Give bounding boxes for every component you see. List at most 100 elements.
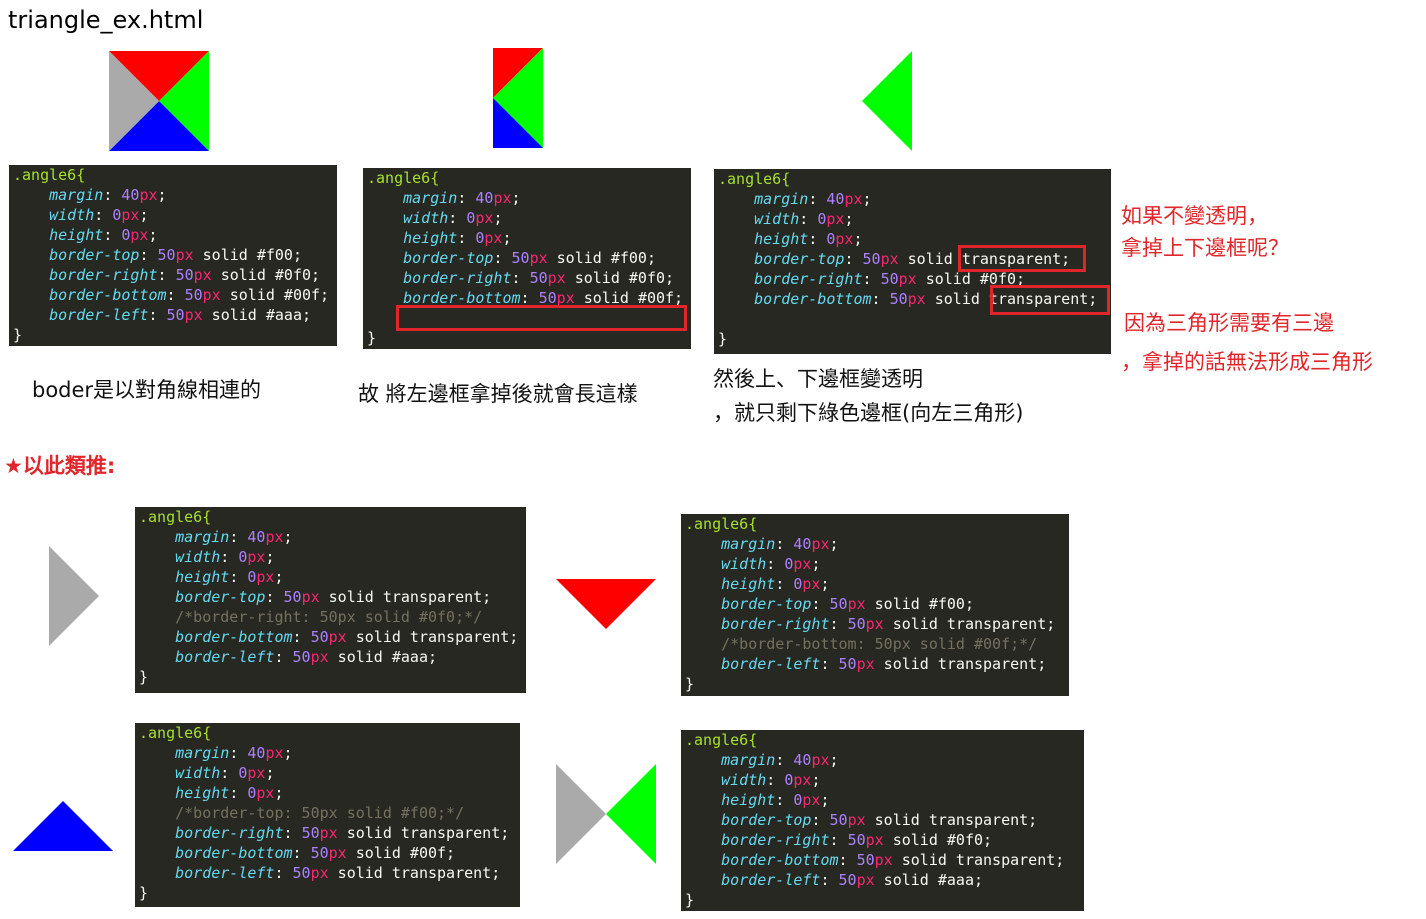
code-value: solid #0f0; <box>565 269 675 287</box>
right-border-triangle <box>606 764 656 864</box>
code-colon: : <box>829 615 848 633</box>
code-colon: : <box>862 270 881 288</box>
code-block-four-borders: .angle6{ margin: 40px; width: 0px; heigh… <box>9 165 337 346</box>
code-number: 40 <box>475 189 494 207</box>
code-block-blue-triangle: .angle6{ margin: 40px; width: 0px; heigh… <box>135 723 520 907</box>
code-unit: px <box>835 230 854 248</box>
code-line: width: 0px; <box>13 205 337 225</box>
code-line: margin: 40px; <box>685 534 1069 554</box>
code-unit: px <box>826 210 845 228</box>
code-colon: : <box>229 528 248 546</box>
code-property: width <box>175 764 221 782</box>
code-number: 40 <box>793 535 812 553</box>
code-value: ; <box>511 189 521 207</box>
code-value: ; <box>274 568 284 586</box>
code-value: ; <box>862 190 872 208</box>
code-unit: px <box>907 290 926 308</box>
code-property: border-left <box>721 655 821 673</box>
code-property: margin <box>49 186 104 204</box>
code-colon: : <box>493 249 512 267</box>
code-unit: px <box>328 844 347 862</box>
caption-left-removed: 故 將左邊框拿掉後就會長這樣 <box>358 382 638 406</box>
code-unit: px <box>256 784 275 802</box>
caption-transparent-line1: 然後上、下邊框變透明 <box>713 367 923 391</box>
code-value: ; <box>829 535 839 553</box>
code-number: 40 <box>826 190 845 208</box>
code-line: margin: 40px; <box>139 527 526 547</box>
code-unit: px <box>301 588 320 606</box>
code-line: width: 0px; <box>367 208 691 228</box>
code-property: border-left <box>175 648 275 666</box>
code-property: border-top <box>403 249 494 267</box>
code-value: ; <box>502 229 512 247</box>
code-value: solid #f00; <box>193 246 302 264</box>
code-unit: px <box>484 229 503 247</box>
code-line: border-right: 50px solid #0f0; <box>367 268 691 288</box>
code-unit: px <box>847 595 866 613</box>
code-value: ; <box>265 764 275 782</box>
code-unit: px <box>793 771 812 789</box>
code-line: border-right: 50px solid #0f0; <box>13 265 337 285</box>
code-unit: px <box>802 791 821 809</box>
code-number: 50 <box>838 871 857 889</box>
code-number: 50 <box>829 811 848 829</box>
code-value: ; <box>283 744 293 762</box>
code-number: 50 <box>166 306 185 324</box>
code-value: ; <box>265 548 275 566</box>
code-line: width: 0px; <box>139 547 526 567</box>
code-property: height <box>754 230 809 248</box>
code-number: 50 <box>175 266 194 284</box>
code-property: height <box>721 791 776 809</box>
code-line: height: 0px; <box>139 567 526 587</box>
code-colon: : <box>292 628 311 646</box>
code-line: width: 0px; <box>685 770 1084 790</box>
code-unit: px <box>247 548 266 566</box>
code-colon: : <box>844 250 863 268</box>
code-colon: : <box>148 306 167 324</box>
code-value: ; <box>139 206 149 224</box>
code-unit: px <box>802 575 821 593</box>
three-border-rectangle <box>493 48 543 148</box>
code-unit: px <box>328 628 347 646</box>
code-property: border-left <box>721 871 821 889</box>
code-number: 40 <box>121 186 140 204</box>
code-unit: px <box>130 226 149 244</box>
code-colon: : <box>457 229 476 247</box>
code-value: ; <box>274 784 284 802</box>
code-colon: : <box>808 230 827 248</box>
code-property: height <box>175 784 230 802</box>
code-line: border-bottom: 50px solid transparent; <box>685 850 1084 870</box>
code-unit: px <box>247 764 266 782</box>
code-property: border-right <box>49 266 158 284</box>
code-number: 50 <box>184 286 203 304</box>
code-colon: : <box>871 290 890 308</box>
code-value: ; <box>283 528 293 546</box>
code-line: height: 0px; <box>139 783 520 803</box>
code-property: width <box>403 209 449 227</box>
code-block-red-triangle: .angle6{ margin: 40px; width: 0px; heigh… <box>681 514 1069 696</box>
code-property: border-top <box>721 595 812 613</box>
code-line: border-top: 50px solid #f00; <box>367 248 691 268</box>
code-property: height <box>403 229 458 247</box>
code-unit: px <box>865 615 884 633</box>
code-selector: .angle6{ <box>13 166 86 184</box>
code-property: width <box>721 555 767 573</box>
transparent-top-highlight <box>958 245 1086 272</box>
gray-right-triangle <box>49 546 99 646</box>
code-comment: /*border-top: 50px solid #f00;*/ <box>175 804 465 822</box>
code-unit: px <box>865 831 884 849</box>
note-answer-line1: 因為三角形需要有三邊 <box>1124 311 1334 335</box>
code-value: ; <box>829 751 839 769</box>
code-colon: : <box>274 648 293 666</box>
page-title: triangle_ex.html <box>8 6 204 34</box>
code-property: margin <box>175 744 230 762</box>
note-question-line2: 拿掉上下邊框呢？ <box>1121 236 1289 260</box>
code-colon: : <box>775 535 794 553</box>
code-number: 50 <box>301 824 320 842</box>
code-property: margin <box>175 528 230 546</box>
code-number: 50 <box>511 249 530 267</box>
code-value: ; <box>853 230 863 248</box>
code-colon: : <box>229 784 248 802</box>
code-close-brace: } <box>139 668 149 686</box>
code-property: border-right <box>175 824 284 842</box>
